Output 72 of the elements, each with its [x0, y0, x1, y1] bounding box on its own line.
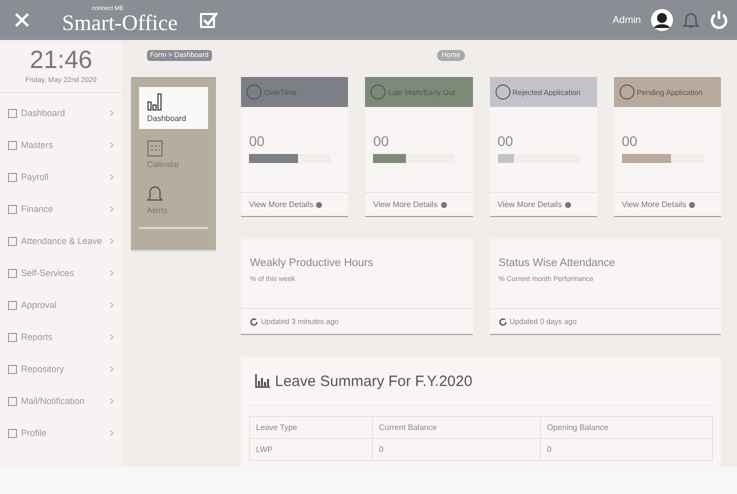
sidebar-item[interactable]: Reports [0, 321, 122, 353]
card-value: 00 [622, 133, 638, 149]
bell-icon [147, 185, 163, 203]
quick-menu-item[interactable]: Dashboard [139, 87, 208, 129]
sidebar-item[interactable]: Masters [0, 129, 122, 161]
card-icon [370, 84, 386, 100]
sidebar-item[interactable]: Attendance & Leave [0, 225, 122, 257]
table-cell: 0 [540, 438, 712, 460]
calendar-icon [147, 139, 163, 157]
sidebar-item[interactable]: Repository [0, 353, 122, 385]
card-icon [246, 84, 262, 100]
card-icon [618, 84, 635, 100]
menu-item-icon [8, 364, 17, 374]
column-header: Current Balance [372, 416, 540, 438]
details-link[interactable]: View More Details [373, 200, 438, 209]
quick-menu-item[interactable]: Calendar [139, 133, 208, 175]
details-link[interactable]: View More Details [498, 200, 562, 209]
close-button[interactable] [14, 12, 30, 28]
table-cell: 0 [372, 438, 540, 460]
bar-chart-icon [255, 374, 270, 388]
table-cell: LWP [250, 438, 372, 460]
details-link[interactable]: View More Details [622, 200, 686, 209]
clock-time: 21:46 [30, 46, 92, 75]
menu-item-icon [8, 108, 17, 118]
refresh-icon [498, 318, 506, 326]
menu-item-icon [8, 140, 17, 150]
card-value: 00 [373, 133, 390, 149]
menu-item-icon [8, 172, 17, 182]
sidebar-item[interactable]: Self-Services [0, 257, 122, 289]
panel-title: Weakly Productive Hours [250, 257, 374, 269]
details-link[interactable]: View More Details [249, 200, 314, 209]
card-icon [494, 84, 510, 100]
avatar-icon[interactable] [651, 9, 673, 31]
sidebar-item[interactable]: Dashboard [0, 97, 122, 129]
chevron-icon [110, 174, 114, 180]
close-icon [14, 12, 30, 28]
bar-chart-icon [147, 93, 163, 111]
menu-item-icon [8, 268, 17, 278]
chevron-icon [110, 430, 114, 436]
bell-icon[interactable] [683, 11, 699, 29]
chevron-icon [110, 238, 114, 244]
sidebar-item[interactable]: Finance [0, 193, 122, 225]
menu-item-icon [8, 332, 17, 342]
sidebar-item[interactable]: Approval [0, 289, 122, 321]
menu-item-icon [8, 428, 17, 438]
menu-item-icon [8, 300, 17, 310]
chevron-icon [110, 270, 114, 276]
column-header: Opening Balance [540, 416, 712, 438]
menu-item-icon [8, 396, 17, 406]
chevron-icon [110, 398, 114, 404]
menu-item-icon [8, 204, 17, 214]
refresh-icon [250, 318, 258, 326]
chevron-icon [110, 334, 114, 340]
chevron-icon [110, 366, 114, 372]
card-value: 00 [249, 133, 266, 149]
checkbox-icon[interactable] [200, 11, 218, 29]
quick-menu-item[interactable]: Alerts [139, 179, 208, 221]
sidebar-item[interactable]: Payroll [0, 161, 122, 193]
column-header: Leave Type [250, 416, 372, 438]
section-title: Leave Summary For F.Y.2020 [275, 372, 472, 390]
card-value: 00 [498, 133, 514, 149]
sidebar-item[interactable]: Mail/Notification [0, 385, 122, 417]
chevron-icon [110, 110, 114, 116]
menu-item-icon [8, 236, 17, 246]
power-icon[interactable] [709, 10, 729, 30]
chevron-icon [110, 206, 114, 212]
panel-title: Status Wise Attendance [498, 257, 616, 269]
user-name: Admin [612, 14, 641, 26]
chevron-icon [110, 142, 114, 148]
chevron-icon [110, 302, 114, 308]
sidebar-item[interactable]: Profile [0, 417, 122, 449]
logo-text: Smart-Office [62, 12, 178, 34]
